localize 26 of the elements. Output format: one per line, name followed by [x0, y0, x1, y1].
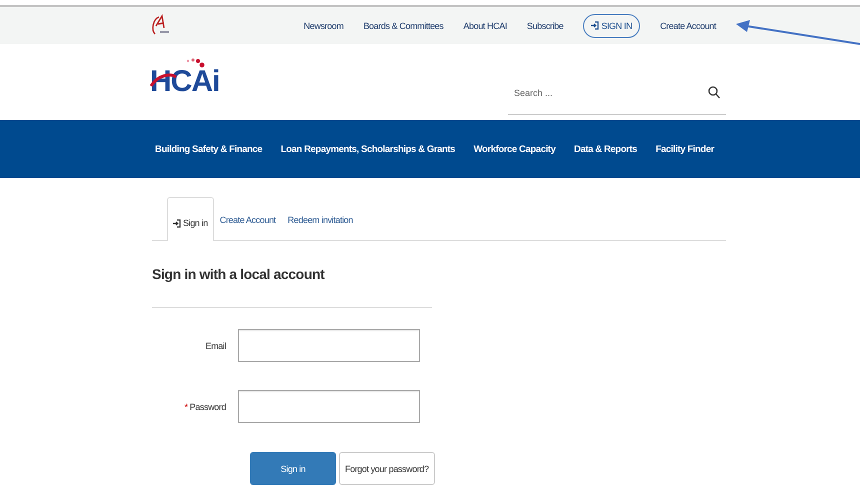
input-field[interactable]	[238, 329, 420, 362]
tab[interactable]: Sign in	[167, 197, 214, 241]
utility-link[interactable]: Subscribe	[526, 20, 564, 30]
forgot-password-button[interactable]: Forgot your password?	[339, 452, 435, 485]
tab[interactable]: Create Account	[214, 197, 282, 240]
field-label: Password	[190, 402, 226, 412]
form-heading: Sign in with a local account	[152, 266, 326, 282]
utility-link[interactable]: Newsroom	[304, 20, 344, 30]
utility-link[interactable]: Boards & Committees	[363, 20, 444, 30]
required-mark: *	[184, 402, 188, 412]
nav-item[interactable]: Data & Reports	[574, 144, 638, 154]
search-field[interactable]: Search ...	[508, 71, 726, 115]
tab[interactable]: Redeem invitation	[282, 197, 359, 240]
utility-link[interactable]: About HCAI	[463, 20, 507, 30]
nav-item[interactable]: Facility Finder	[656, 144, 714, 154]
sign-in-button[interactable]: SIGN IN	[583, 14, 640, 38]
create-account-link[interactable]: Create Account	[660, 20, 716, 30]
input-field[interactable]	[238, 390, 420, 423]
sign-in-button[interactable]: Sign in	[250, 452, 336, 485]
sign-in-icon	[591, 21, 600, 30]
search-icon[interactable]	[708, 86, 720, 99]
field-label: Email	[205, 340, 226, 350]
sign-in-icon	[173, 219, 181, 228]
nav-item[interactable]: Workforce Capacity	[474, 144, 556, 154]
nav-item[interactable]: Building Safety & Finance	[155, 144, 262, 154]
nav-item[interactable]: Loan Repayments, Scholarships & Grants	[280, 144, 456, 154]
